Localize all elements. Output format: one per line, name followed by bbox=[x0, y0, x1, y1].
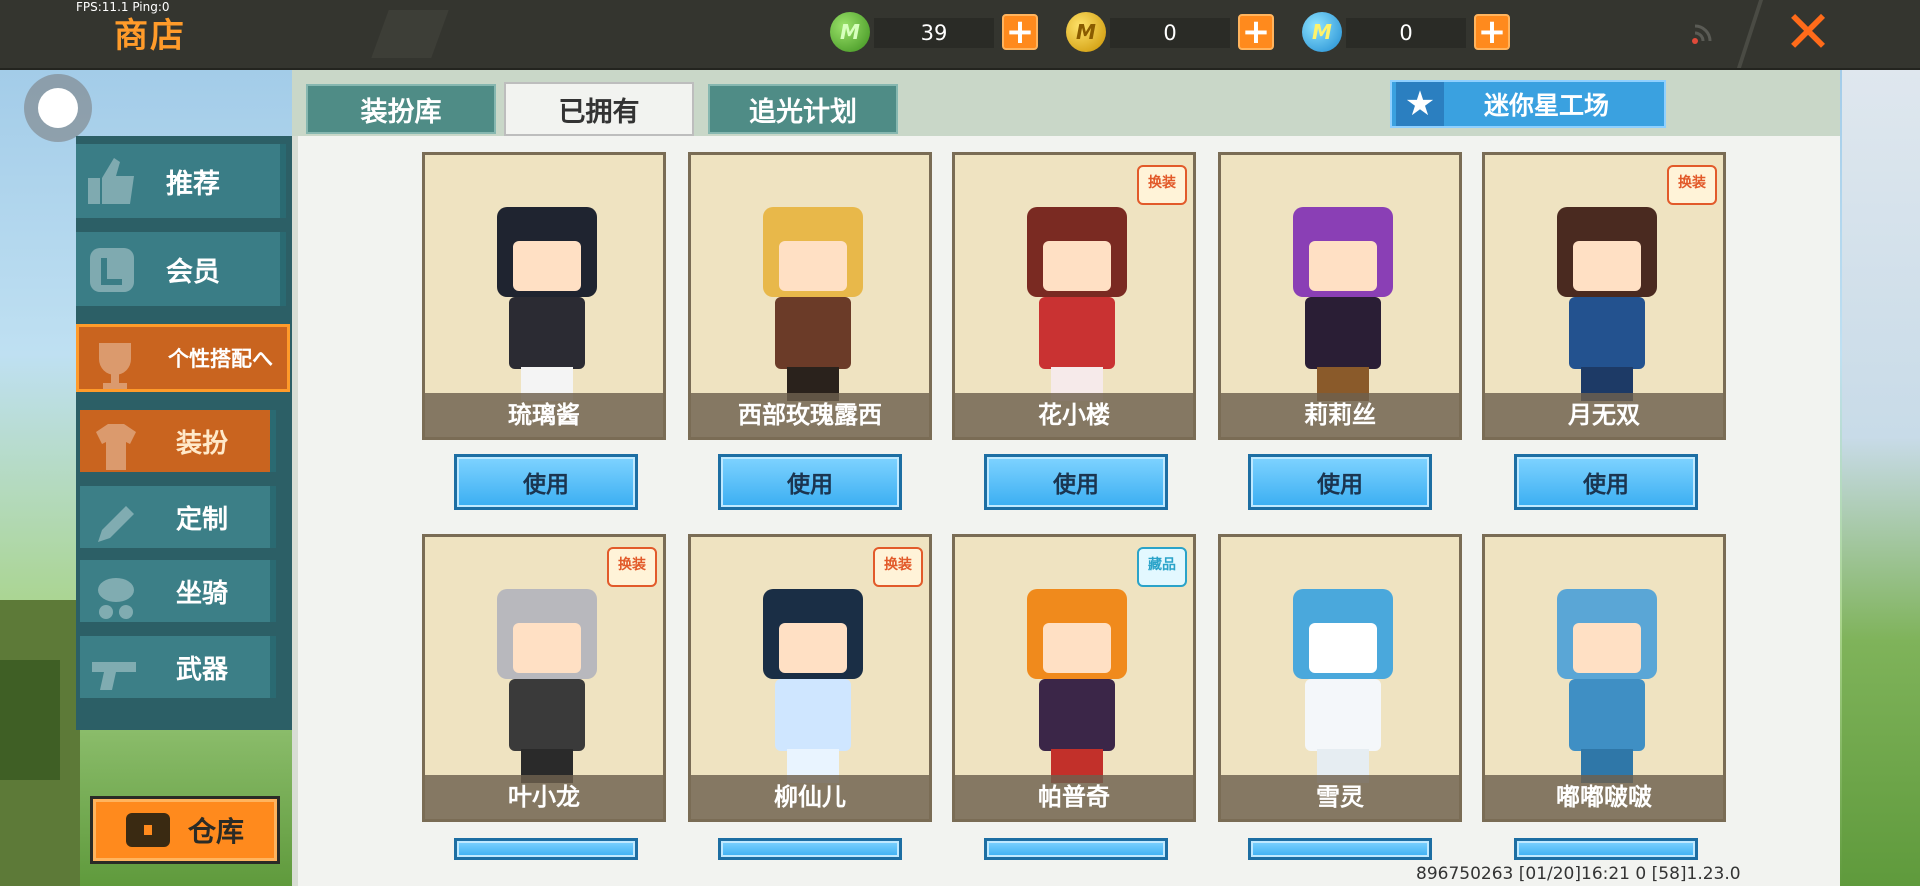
star-icon: ★ bbox=[1396, 82, 1444, 126]
sidebar-item-label: 个性搭配へ bbox=[168, 347, 273, 371]
use-button[interactable]: 使用 bbox=[454, 454, 638, 510]
skin-name: 西部玫瑰露西 bbox=[691, 393, 929, 437]
page-title: 商店 bbox=[114, 16, 186, 56]
workshop-label: 迷你星工场 bbox=[1484, 91, 1610, 120]
skin-card[interactable]: 换装 叶小龙 bbox=[422, 534, 666, 822]
floating-menu-button[interactable] bbox=[24, 74, 92, 142]
background-block bbox=[0, 660, 60, 780]
close-button[interactable]: ✕ bbox=[1782, 3, 1834, 61]
tab-chase-light-plan[interactable]: 追光计划 bbox=[708, 84, 898, 134]
use-button[interactable]: 使用 bbox=[1514, 454, 1698, 510]
character-figure bbox=[753, 573, 873, 783]
skin-card[interactable]: 西部玫瑰露西 bbox=[688, 152, 932, 440]
sidebar-item-outfit[interactable]: 装扮 bbox=[80, 410, 276, 472]
sidebar-item-label: 武器 bbox=[175, 654, 228, 685]
character-figure bbox=[487, 573, 607, 783]
sidebar-item-customize[interactable]: 定制 bbox=[80, 486, 276, 548]
costume-change-badge: 换装 bbox=[873, 547, 923, 587]
skin-name: 莉莉丝 bbox=[1221, 393, 1459, 437]
build-info: 896750263 [01/20]16:21 0 [58]1.23.0 bbox=[1416, 864, 1741, 884]
skin-name: 月无双 bbox=[1485, 393, 1723, 437]
sidebar-item-label: 装扮 bbox=[175, 428, 228, 459]
character-figure bbox=[1283, 573, 1403, 783]
add-currency-button[interactable]: + bbox=[1238, 14, 1274, 50]
currency-mini-points: M 0 + bbox=[1302, 10, 1522, 54]
use-button[interactable] bbox=[1514, 838, 1698, 860]
currency-mini-beans: M 39 + bbox=[830, 10, 1050, 54]
character-figure bbox=[1547, 191, 1667, 401]
sidebar-item-label: 推荐 bbox=[166, 168, 220, 200]
skin-name: 雪灵 bbox=[1221, 775, 1459, 819]
skin-card[interactable]: 莉莉丝 bbox=[1218, 152, 1462, 440]
signal-icon bbox=[1692, 24, 1712, 44]
use-button[interactable] bbox=[984, 838, 1168, 860]
add-currency-button[interactable]: + bbox=[1002, 14, 1038, 50]
use-button[interactable] bbox=[718, 838, 902, 860]
sidebar-item-label: 坐骑 bbox=[175, 578, 228, 609]
currency-mini-coins: M 0 + bbox=[1066, 10, 1286, 54]
collection-badge: 藏品 bbox=[1137, 547, 1187, 587]
sidebar-item-weapon[interactable]: 武器 bbox=[80, 636, 276, 698]
skin-card[interactable]: 换装 柳仙儿 bbox=[688, 534, 932, 822]
character-figure bbox=[753, 191, 873, 401]
warehouse-button[interactable]: 仓库 bbox=[90, 796, 280, 864]
skin-card[interactable]: 换装 月无双 bbox=[1482, 152, 1726, 440]
skin-name: 叶小龙 bbox=[425, 775, 663, 819]
mount-icon bbox=[98, 578, 134, 619]
skin-card[interactable]: 换装 花小楼 bbox=[952, 152, 1196, 440]
use-button[interactable]: 使用 bbox=[984, 454, 1168, 510]
mini-star-workshop-button[interactable]: ★ 迷你星工场 bbox=[1390, 80, 1666, 128]
skin-card[interactable]: 嘟嘟啵啵 bbox=[1482, 534, 1726, 822]
currency-value: 0 bbox=[1346, 18, 1466, 48]
skin-card[interactable]: 雪灵 bbox=[1218, 534, 1462, 822]
character-figure bbox=[1283, 191, 1403, 401]
skin-name: 帕普奇 bbox=[955, 775, 1193, 819]
skin-name: 嘟嘟啵啵 bbox=[1485, 775, 1723, 819]
costume-change-badge: 换装 bbox=[1667, 165, 1717, 205]
add-currency-button[interactable]: + bbox=[1474, 14, 1510, 50]
character-figure bbox=[1017, 191, 1137, 401]
member-icon bbox=[90, 248, 134, 292]
sidebar-item-member[interactable]: 会员 bbox=[76, 232, 286, 306]
character-figure bbox=[1547, 573, 1667, 783]
pistol-icon bbox=[92, 662, 136, 690]
skin-name: 琉璃酱 bbox=[425, 393, 663, 437]
green-coin-icon: M bbox=[830, 12, 870, 52]
sidebar-item-label: 定制 bbox=[175, 504, 228, 535]
trophy-icon bbox=[99, 343, 131, 389]
skin-card[interactable]: 藏品 帕普奇 bbox=[952, 534, 1196, 822]
character-figure bbox=[1017, 573, 1137, 783]
warehouse-label: 仓库 bbox=[187, 815, 244, 848]
costume-change-badge: 换装 bbox=[1137, 165, 1187, 205]
use-button[interactable]: 使用 bbox=[1248, 454, 1432, 510]
thumbs-up-icon bbox=[88, 158, 134, 204]
shirt-icon bbox=[96, 424, 136, 470]
chest-icon bbox=[125, 813, 170, 847]
costume-change-badge: 换装 bbox=[607, 547, 657, 587]
use-button[interactable] bbox=[1248, 838, 1432, 860]
tab-owned[interactable]: 已拥有 bbox=[504, 82, 694, 136]
background-scene-right bbox=[1842, 70, 1920, 886]
skin-card[interactable]: 琉璃酱 bbox=[422, 152, 666, 440]
blue-coin-icon: M bbox=[1302, 12, 1342, 52]
sidebar-item-recommend[interactable]: 推荐 bbox=[76, 144, 286, 218]
sidebar-item-label: 会员 bbox=[166, 256, 220, 288]
tab-wardrobe[interactable]: 装扮库 bbox=[306, 84, 496, 134]
skin-name: 花小楼 bbox=[955, 393, 1193, 437]
gold-coin-icon: M bbox=[1066, 12, 1106, 52]
currency-value: 39 bbox=[874, 18, 994, 48]
decorative-stripe bbox=[371, 10, 449, 58]
character-figure bbox=[487, 191, 607, 401]
currency-value: 0 bbox=[1110, 18, 1230, 48]
sidebar-item-mount[interactable]: 坐骑 bbox=[80, 560, 276, 622]
pencil-icon bbox=[98, 506, 134, 542]
sidebar-item-personal-style[interactable]: 个性搭配へ bbox=[76, 324, 290, 392]
use-button[interactable] bbox=[454, 838, 638, 860]
use-button[interactable]: 使用 bbox=[718, 454, 902, 510]
skin-name: 柳仙儿 bbox=[691, 775, 929, 819]
